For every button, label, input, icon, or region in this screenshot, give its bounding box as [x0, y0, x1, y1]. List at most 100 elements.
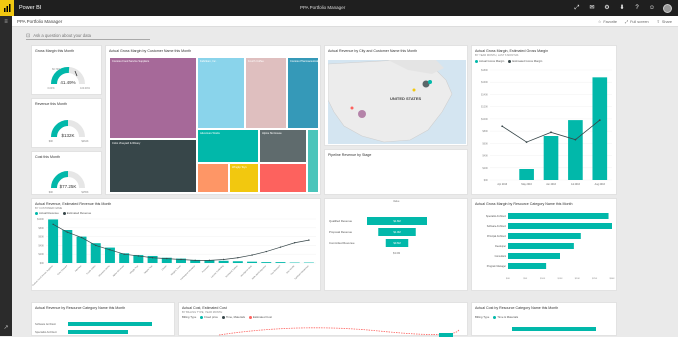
bar[interactable] [508, 233, 581, 239]
gear-icon[interactable]: ⚙ [603, 3, 611, 13]
line-point[interactable] [209, 260, 210, 261]
bar[interactable] [77, 237, 87, 263]
line-point[interactable] [280, 246, 281, 247]
legend-item[interactable]: Time, Materials [222, 315, 245, 319]
bar[interactable] [68, 322, 152, 326]
map-tile[interactable]: Actual Revenue by City and Customer Name… [324, 45, 468, 146]
line-point[interactable] [308, 239, 309, 240]
notification-icon[interactable]: ✉ [588, 3, 596, 13]
bar[interactable] [519, 169, 534, 180]
cost-gauge-tile[interactable]: Cost this Month $77.25K $0K $155K [31, 151, 102, 195]
line-point[interactable] [95, 245, 96, 246]
help-icon[interactable]: ? [633, 3, 641, 13]
smiley-icon[interactable]: ☺ [648, 3, 656, 13]
bar[interactable] [568, 120, 583, 180]
bar[interactable] [508, 223, 612, 229]
gauge-chart: $77.25K $0K $155K [32, 158, 103, 196]
gauge-max: $155K [81, 191, 89, 194]
treemap-cell[interactable]: Coho Vineyard & Winery [109, 139, 197, 193]
line-point[interactable] [67, 232, 68, 233]
revenue-category-tile[interactable]: Actual Revenue by Resource Category Name… [31, 302, 175, 336]
line-point[interactable] [575, 139, 577, 141]
legend-item[interactable]: Estimated Cost [249, 315, 272, 319]
bar[interactable] [512, 327, 596, 331]
bar[interactable] [508, 263, 546, 269]
legend-item[interactable]: Time & Materials [493, 315, 518, 319]
line-point[interactable] [81, 237, 82, 238]
pipeline-tile[interactable]: Pipeline Revenue by Stage [324, 149, 468, 195]
line-point[interactable] [166, 258, 167, 259]
line-point[interactable] [180, 259, 181, 260]
download-icon[interactable]: ⬇ [618, 3, 626, 13]
treemap-cell[interactable] [307, 129, 319, 193]
qa-input[interactable]: ⊡ Ask a question about your data [26, 32, 150, 40]
gross-margin-gauge-tile[interactable]: Gross Margin this Month 41.49% 0.00% 100… [31, 45, 102, 95]
line-point[interactable] [550, 131, 552, 133]
share-button[interactable]: ⇪Share [657, 19, 672, 24]
line-point[interactable] [599, 119, 601, 121]
avatar[interactable] [663, 4, 672, 13]
map-bubble[interactable] [358, 110, 366, 118]
treemap-cell[interactable] [259, 163, 307, 193]
bar[interactable] [508, 213, 609, 219]
bar[interactable] [219, 261, 229, 263]
bar[interactable] [247, 262, 257, 263]
x-tick-label: Jun 2016 [546, 183, 557, 186]
line-point[interactable] [138, 255, 139, 256]
treemap-cell[interactable]: Wingtip Toys [229, 163, 259, 193]
legend-swatch [249, 316, 252, 319]
gm-category-tile[interactable]: Actual Gross Margin by Resource Category… [471, 198, 617, 291]
line-point[interactable] [152, 257, 153, 258]
cost-estimate-tile[interactable]: Actual Cost, Estimated Cost BY BILLING T… [178, 302, 468, 336]
legend-item[interactable]: Actual Gross Margin [475, 59, 504, 63]
line-point[interactable] [266, 251, 267, 252]
treemap-tile[interactable]: Actual Gross Margin by Customer Name thi… [105, 45, 321, 195]
treemap-cell[interactable]: Contoso Pharmaceuticals [287, 57, 319, 129]
bar[interactable] [439, 333, 453, 337]
revenue-gauge-tile[interactable]: Revenue this Month $132K $0K $264K [31, 98, 102, 148]
line-point[interactable] [294, 242, 295, 243]
line-point[interactable] [109, 249, 110, 250]
treemap-cell[interactable]: Contoso Food Service Suppliers [109, 57, 197, 139]
bar[interactable] [592, 77, 607, 180]
bar[interactable] [508, 253, 560, 259]
line-point[interactable] [52, 224, 53, 225]
x-tick-label: Margie's Travel [171, 265, 182, 276]
x-tick-label: Coho Vineyard [57, 265, 68, 276]
treemap-cell[interactable]: Adventure Works [197, 129, 259, 163]
bar[interactable] [233, 261, 243, 263]
line-point[interactable] [123, 254, 124, 255]
gross-margin-estimate-tile[interactable]: Actual Gross Margin, Estimated Gross Mar… [471, 45, 617, 195]
fullscreen-button[interactable]: ⤢Full screen [625, 19, 649, 24]
bar[interactable] [261, 262, 271, 263]
favorite-button[interactable]: ☆Favorite [598, 19, 617, 24]
menu-icon[interactable]: ≡ [0, 16, 12, 28]
x-tick-label: Blue Yonder [286, 265, 295, 274]
line-point[interactable] [501, 125, 503, 127]
treemap-cell[interactable] [197, 163, 229, 193]
bar[interactable] [508, 243, 574, 249]
line-point[interactable] [237, 257, 238, 258]
bar[interactable] [276, 262, 286, 263]
treemap-cell[interactable]: Fourth Coffee [245, 57, 287, 129]
revenue-estimate-tile[interactable]: Actual Revenue, Estimated Revenue this M… [31, 198, 321, 291]
legend-item[interactable]: Estimated Gross Margin [508, 59, 542, 63]
bar[interactable] [544, 136, 559, 180]
legend-item[interactable]: Fixed price [200, 315, 218, 319]
bar[interactable] [68, 330, 128, 334]
expand-icon[interactable]: ⤢ [573, 3, 581, 13]
treemap-cell[interactable]: Alpine Ski House [259, 129, 307, 163]
line-point[interactable] [195, 260, 196, 261]
line-point[interactable] [251, 254, 252, 255]
map-bubble[interactable] [428, 80, 432, 84]
expand-nav-icon[interactable]: ↗ [0, 322, 12, 334]
bar[interactable] [62, 230, 72, 263]
map-bubble[interactable] [413, 89, 416, 92]
map-bubble[interactable] [351, 107, 354, 110]
line-point[interactable] [526, 141, 528, 143]
app-launcher-button[interactable] [0, 0, 14, 16]
cost-category-tile[interactable]: Actual Cost by Resource Category Name th… [471, 302, 617, 336]
pipeline-funnel-tile[interactable]: Value Qualified Revenue$1.6MProposal Rev… [324, 198, 468, 291]
line-point[interactable] [223, 259, 224, 260]
treemap-cell[interactable]: Fabrikam, Inc. [197, 57, 245, 129]
